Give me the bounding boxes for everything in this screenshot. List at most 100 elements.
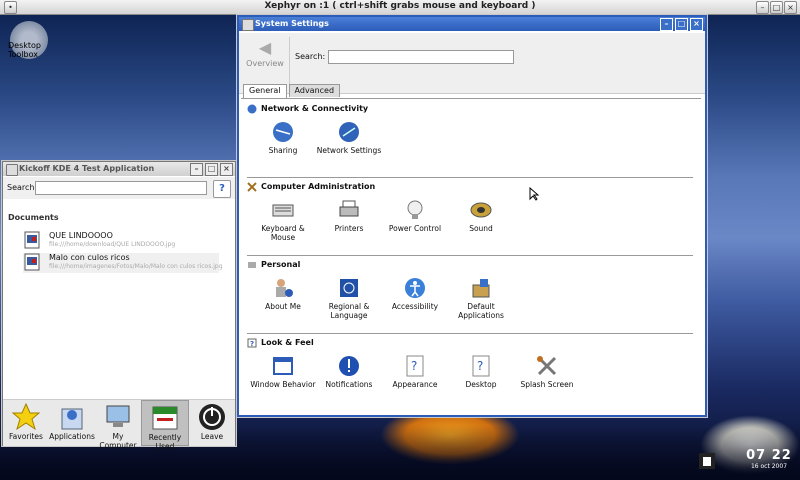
flag-icon	[338, 277, 360, 299]
xephyr-close-button[interactable]: ×	[784, 1, 797, 14]
search-input[interactable]	[328, 50, 514, 64]
module-notifications[interactable]: Notifications	[315, 355, 383, 389]
tab-favorites[interactable]: Favorites	[3, 400, 49, 446]
minimize-button[interactable]: –	[190, 163, 203, 176]
star-icon	[3, 402, 49, 432]
help-button[interactable]: ?	[213, 180, 231, 198]
section-personal: Personal	[247, 255, 693, 271]
kickoff-title-bar[interactable]: Kickoff KDE 4 Test Application – □ ×	[3, 162, 235, 176]
module-label: Default Applications	[458, 302, 504, 320]
mouse-cursor-icon	[529, 187, 539, 201]
tab-leave[interactable]: Leave	[189, 400, 235, 446]
svg-text:?: ?	[477, 359, 483, 373]
svg-text:?: ?	[411, 359, 417, 373]
xephyr-title-bar: • Xephyr on :1 ( ctrl+shift grabs mouse …	[0, 0, 800, 15]
maximize-button[interactable]: □	[675, 18, 688, 31]
list-item[interactable]: Malo con culos ricos file:///home/imagen…	[23, 253, 223, 273]
device-notifier-icon[interactable]	[697, 449, 717, 471]
tab-label: Leave	[200, 432, 224, 441]
document-path: file:///home/download/QUE LINDOOOO.jpg	[49, 241, 176, 248]
back-arrow-icon: ◀	[258, 38, 272, 57]
user-info-icon	[272, 277, 294, 299]
module-label: Desktop	[465, 380, 497, 389]
tab-applications[interactable]: Applications	[49, 400, 95, 446]
section-look-feel: ? Look & Feel	[247, 333, 693, 349]
kickoff-app-icon	[6, 164, 18, 176]
close-button[interactable]: ×	[690, 18, 703, 31]
module-network-settings[interactable]: Network Settings	[315, 121, 383, 155]
default-apps-icon	[470, 277, 492, 299]
clock-time: 07 22	[746, 448, 792, 463]
look-feel-icon: ?	[247, 338, 257, 348]
kickoff-search-input[interactable]	[35, 181, 207, 195]
module-label: Network Settings	[316, 146, 382, 155]
module-splash-screen[interactable]: Splash Screen	[513, 355, 581, 389]
notification-icon	[338, 355, 360, 377]
search-label: Search:	[295, 52, 326, 61]
keyboard-icon	[272, 199, 294, 221]
module-label: Sharing	[268, 146, 298, 155]
lightbulb-icon	[404, 199, 426, 221]
section-divider	[247, 333, 693, 334]
xephyr-title: Xephyr on :1 ( ctrl+shift grabs mouse an…	[264, 1, 536, 11]
section-admin: Computer Administration	[247, 177, 693, 193]
toolbar-separator	[289, 37, 290, 91]
svg-text:?: ?	[250, 340, 254, 348]
module-printers[interactable]: Printers	[315, 199, 383, 233]
module-sound[interactable]: Sound	[447, 199, 515, 233]
module-about-me[interactable]: About Me	[249, 277, 317, 311]
section-title: Personal	[261, 260, 301, 269]
document-path: file:///home/imagenes/Fotos/Malo/Malo co…	[49, 263, 223, 270]
kickoff-tab-bar: Favorites Applications My Computer Recen…	[3, 399, 235, 451]
desktop-toolbox[interactable]: Desktop Toolbox	[0, 15, 70, 75]
overview-label: Overview	[246, 59, 284, 68]
module-label: Printers	[334, 224, 364, 233]
module-keyboard-mouse[interactable]: Keyboard & Mouse	[249, 199, 317, 242]
tab-my-computer[interactable]: My Computer	[95, 400, 141, 450]
module-label: Notifications	[325, 380, 373, 389]
module-label: Keyboard & Mouse	[261, 224, 305, 242]
section-divider	[247, 255, 693, 256]
system-settings-title-bar[interactable]: System Settings – □ ×	[239, 17, 705, 31]
module-regional-language[interactable]: Regional & Language	[315, 277, 383, 320]
tab-advanced[interactable]: Advanced	[288, 84, 341, 97]
module-power-control[interactable]: Power Control	[381, 199, 449, 233]
tools-icon	[536, 355, 558, 377]
module-label: Appearance	[392, 380, 438, 389]
maximize-button[interactable]: □	[205, 163, 218, 176]
minimize-button[interactable]: –	[660, 18, 673, 31]
module-appearance[interactable]: ? Appearance	[381, 355, 449, 389]
module-window-behavior[interactable]: Window Behavior	[249, 355, 317, 389]
module-default-applications[interactable]: Default Applications	[447, 277, 515, 320]
documents-heading: Documents	[8, 213, 59, 222]
module-label: Window Behavior	[250, 380, 316, 389]
overview-button[interactable]: ◀ Overview	[245, 37, 285, 91]
module-desktop[interactable]: ? Desktop	[447, 355, 515, 389]
module-accessibility[interactable]: Accessibility	[381, 277, 449, 311]
personal-icon	[248, 262, 256, 268]
settings-tabs: General Advanced	[243, 84, 342, 98]
xephyr-maximize-button[interactable]: □	[770, 1, 783, 14]
xephyr-minimize-button[interactable]: –	[756, 1, 769, 14]
close-button[interactable]: ×	[220, 163, 233, 176]
window-title: Kickoff KDE 4 Test Application	[19, 164, 155, 173]
module-label: Power Control	[388, 224, 442, 233]
module-label: Regional & Language	[328, 302, 370, 320]
power-icon	[189, 402, 235, 432]
window-title: System Settings	[255, 19, 329, 28]
speaker-icon	[470, 199, 492, 221]
list-item[interactable]: QUE LINDOOOO file:///home/download/QUE L…	[23, 231, 219, 251]
tab-label: Applications	[49, 432, 95, 441]
image-file-icon	[24, 253, 40, 271]
module-sharing[interactable]: Sharing	[249, 121, 317, 155]
section-title: Network & Connectivity	[261, 104, 369, 113]
section-title: Computer Administration	[261, 182, 376, 191]
tab-general[interactable]: General	[243, 84, 287, 98]
tab-recently-used[interactable]: Recently Used	[141, 400, 189, 451]
section-heading: ? Look & Feel	[247, 337, 693, 349]
section-divider	[247, 177, 693, 178]
settings-content: Network & Connectivity Sharing Network S…	[241, 98, 701, 413]
digital-clock[interactable]: 07 22 16 oct 2007	[740, 448, 798, 478]
network-icon	[247, 104, 257, 114]
appearance-icon: ?	[404, 355, 426, 377]
